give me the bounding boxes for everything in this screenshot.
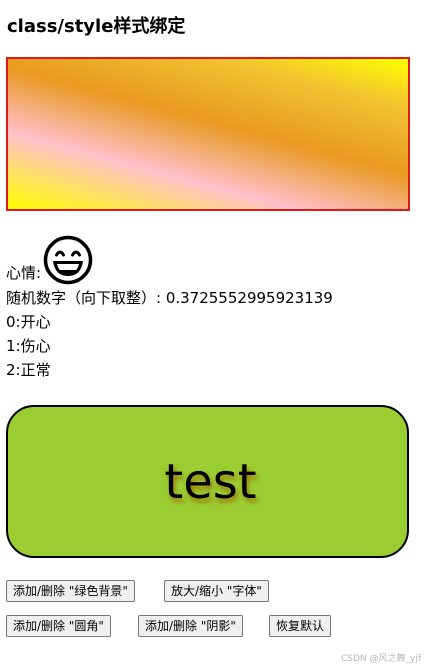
page-title: class/style样式绑定 [7, 16, 186, 37]
mood-row: 心情: [6, 233, 93, 285]
mood-option-normal: 2:正常 [6, 361, 51, 379]
csdn-watermark: CSDN @风之舞_yjf [340, 654, 421, 664]
test-text: test [164, 453, 257, 510]
toggle-border-radius-button[interactable]: 添加/删除 "圆角" [6, 615, 111, 637]
toggle-green-background-button[interactable]: 添加/删除 "绿色背景" [6, 580, 135, 602]
mood-option-sad: 1:伤心 [6, 337, 51, 355]
mood-label: 心情: [6, 264, 42, 282]
mood-option-happy: 0:开心 [6, 313, 51, 331]
reset-default-button[interactable]: 恢复默认 [269, 615, 332, 637]
grinning-face-icon [43, 235, 93, 285]
random-number-text: 随机数字（向下取整）: 0.3725552995923139 [6, 289, 333, 307]
test-box: test [6, 405, 409, 558]
toggle-font-size-button[interactable]: 放大/缩小 "字体" [164, 580, 269, 602]
toggle-shadow-button[interactable]: 添加/删除 "阴影" [138, 615, 243, 637]
gradient-box [6, 57, 410, 211]
